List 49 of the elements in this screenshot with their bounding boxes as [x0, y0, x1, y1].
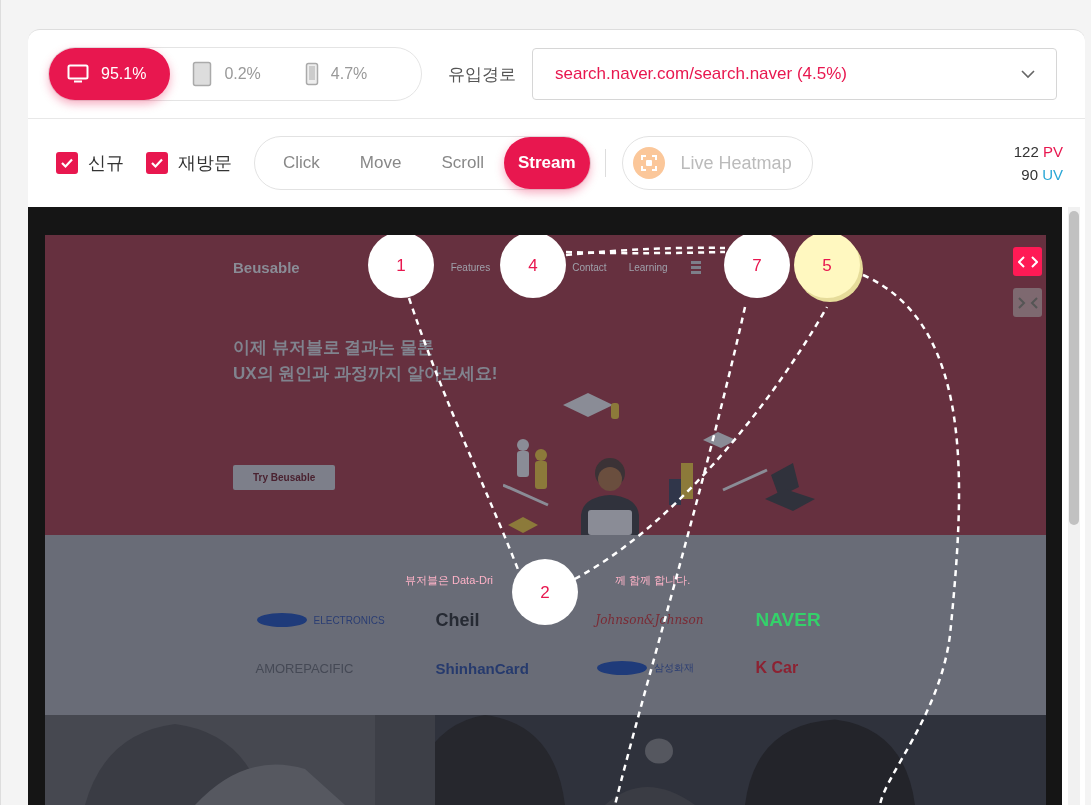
- checkbox-label: 신규: [88, 152, 124, 175]
- stat-count: 90 UV: [1021, 166, 1063, 183]
- partner-logo: ELECTRONICS: [313, 614, 385, 626]
- oval-logo-icon: [255, 612, 308, 628]
- headline: 이제 뷰저블로 결과는 물론: [233, 337, 436, 359]
- expand-icon: [632, 147, 665, 179]
- referrer-dropdown[interactable]: search.naver.com/search.naver (4.5%): [532, 48, 1057, 100]
- oval-logo-icon: [595, 660, 648, 676]
- partner-logo: K Car: [755, 659, 799, 677]
- partner-logo: NAVER: [755, 609, 821, 631]
- mode-tab[interactable]: Scroll: [421, 137, 504, 189]
- stream-node[interactable]: 4: [500, 235, 566, 298]
- stream-node[interactable]: 5: [794, 235, 863, 302]
- stream-node[interactable]: 7: [724, 235, 790, 298]
- stream-node[interactable]: 2: [512, 559, 578, 625]
- nav-link[interactable]: Features: [450, 261, 491, 273]
- phone-icon: [304, 62, 319, 86]
- menu-icon[interactable]: [689, 259, 702, 275]
- stream-node[interactable]: 1: [368, 235, 434, 298]
- chevrons-inward-icon: [1017, 296, 1038, 309]
- partners-caption: 뷰저블은 Data-Dri: [405, 573, 493, 588]
- device-tab[interactable]: 95.1%: [49, 48, 171, 100]
- partner-logo: Cheil: [435, 609, 480, 631]
- headline: UX의 원인과 과정까지 알아보세요!: [233, 363, 499, 385]
- expand-button[interactable]: [1013, 247, 1042, 276]
- device-tab[interactable]: 0.2%: [170, 48, 283, 100]
- checkbox-label: 재방문: [178, 152, 232, 175]
- checkbox[interactable]: [56, 152, 78, 174]
- chevrons-outward-icon: [1017, 255, 1038, 268]
- device-tab[interactable]: 4.7%: [282, 48, 390, 100]
- check-icon: [150, 157, 164, 169]
- partner-logo: ShinhanCard: [435, 659, 529, 677]
- stat-count: 122 PV: [1013, 143, 1063, 160]
- partner-logo: Johnson&Johnson: [595, 613, 704, 627]
- scrollbar[interactable]: [1068, 207, 1080, 805]
- tablet-icon: [192, 61, 213, 87]
- checkbox[interactable]: [146, 152, 168, 174]
- partners-caption: 께 함께 합니다.: [615, 573, 691, 588]
- chevron-down-icon: [1020, 69, 1036, 79]
- monitor-icon: [67, 64, 89, 84]
- try-button[interactable]: Try Beusable: [233, 465, 336, 490]
- nav-link[interactable]: Contact: [572, 261, 607, 273]
- mode-tab[interactable]: Click: [263, 137, 340, 189]
- mode-tab[interactable]: Move: [339, 137, 422, 189]
- referrer-label: 유입경로: [448, 63, 516, 86]
- check-icon: [60, 157, 74, 169]
- mode-tab[interactable]: Stream: [503, 137, 590, 189]
- site-logo: Beusable: [233, 258, 300, 276]
- nav-link[interactable]: Learning: [628, 261, 668, 273]
